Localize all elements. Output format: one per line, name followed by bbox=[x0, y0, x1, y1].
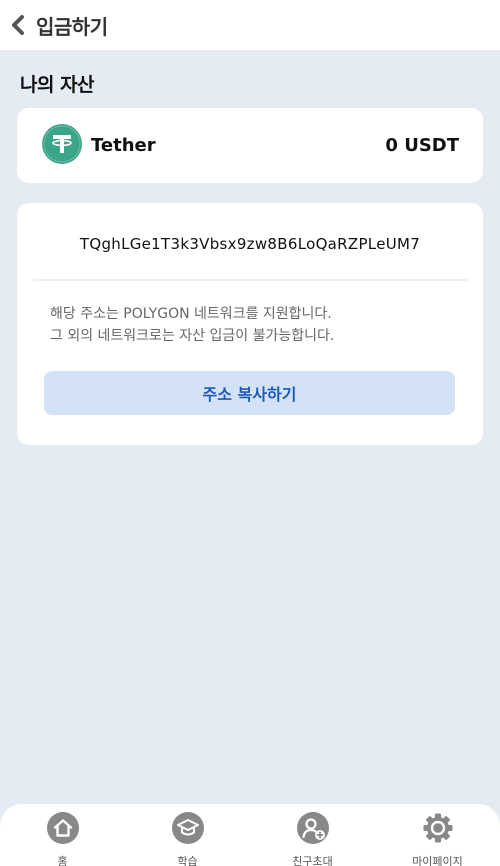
header: 입금하기 bbox=[0, 0, 500, 50]
notice-line-2: 그 외의 네트워크로는 자산 입금이 불가능합니다. bbox=[50, 328, 335, 344]
asset-card: Tether 0 USDT bbox=[17, 108, 483, 183]
nav-item-mypage[interactable]: 마이페이지 bbox=[375, 804, 500, 866]
gear-icon bbox=[422, 812, 454, 848]
home-icon bbox=[46, 812, 79, 848]
coin-balance: 0 USDT bbox=[385, 135, 459, 156]
bottom-nav: 홈 학습 친구초대 마이페이지 bbox=[0, 804, 500, 866]
graduation-cap-icon bbox=[171, 812, 204, 848]
nav-item-home[interactable]: 홈 bbox=[0, 804, 125, 866]
nav-label-mypage: 마이페이지 bbox=[412, 855, 463, 866]
nav-label-home: 홈 bbox=[57, 855, 68, 866]
nav-item-learn[interactable]: 학습 bbox=[125, 804, 250, 866]
notice-line-1: 해당 주소는 POLYGON 네트워크를 지원합니다. bbox=[50, 306, 332, 322]
page-title: 입금하기 bbox=[36, 14, 108, 39]
back-arrow-icon[interactable] bbox=[10, 15, 28, 35]
nav-item-invite[interactable]: 친구초대 bbox=[250, 804, 375, 866]
my-assets-title: 나의 자산 bbox=[20, 74, 95, 96]
copy-address-button[interactable]: 주소 복사하기 bbox=[44, 371, 455, 415]
nav-label-invite: 친구초대 bbox=[292, 855, 333, 866]
coin-name: Tether bbox=[91, 135, 156, 156]
network-notice: 해당 주소는 POLYGON 네트워크를 지원합니다. 그 외의 네트워크로는 … bbox=[50, 303, 470, 347]
deposit-address-card: TQghLGe1T3k3Vbsx9zw8B6LoQaRZPLeUM7 해당 주소… bbox=[17, 203, 483, 445]
nav-label-learn: 학습 bbox=[177, 855, 198, 866]
tether-icon bbox=[42, 123, 82, 168]
add-friend-icon bbox=[296, 812, 329, 848]
divider bbox=[33, 279, 467, 281]
wallet-address: TQghLGe1T3k3Vbsx9zw8B6LoQaRZPLeUM7 bbox=[79, 235, 421, 253]
